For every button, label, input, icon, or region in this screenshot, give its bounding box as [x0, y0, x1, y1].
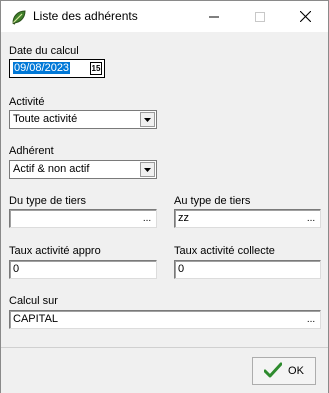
activite-label: Activité	[9, 96, 45, 108]
du-type-tiers-browse-button[interactable]: ...	[140, 210, 154, 227]
activite-select[interactable]: Toute activité	[9, 110, 157, 129]
activite-value: Toute activité	[13, 113, 78, 125]
taux-collecte-label: Taux activité collecte	[174, 245, 275, 257]
date-calcul-value: 09/08/2023	[13, 62, 71, 74]
close-button[interactable]	[282, 1, 328, 32]
date-calcul-label: Date du calcul	[9, 45, 79, 57]
chevron-down-icon[interactable]	[140, 112, 155, 127]
calcul-sur-field[interactable]: CAPITAL ...	[9, 310, 321, 329]
dialog-footer: OK	[1, 348, 328, 393]
au-type-tiers-value: zz	[178, 212, 189, 224]
form-area: Date du calcul 09/08/2023 15 Activité To…	[1, 32, 328, 347]
date-calcul-field[interactable]: 09/08/2023 15	[9, 59, 105, 78]
au-type-tiers-browse-button[interactable]: ...	[304, 210, 318, 227]
calendar-icon[interactable]: 15	[90, 62, 102, 75]
adherent-select[interactable]: Actif & non actif	[9, 160, 157, 179]
dialog-window: Liste des adhérents Date du calcul 09/08…	[0, 0, 329, 393]
du-type-tiers-field[interactable]: ...	[9, 209, 157, 228]
calcul-sur-value: CAPITAL	[13, 313, 59, 325]
leaf-icon	[10, 8, 28, 26]
window-title: Liste des adhérents	[33, 9, 138, 23]
ok-label: OK	[288, 365, 304, 377]
checkmark-icon	[263, 362, 283, 381]
chevron-down-icon[interactable]	[140, 162, 155, 177]
au-type-tiers-label: Au type de tiers	[174, 195, 251, 207]
au-type-tiers-field[interactable]: zz ...	[174, 209, 321, 228]
taux-appro-label: Taux activité appro	[9, 245, 101, 257]
title-bar: Liste des adhérents	[1, 1, 328, 32]
calcul-sur-label: Calcul sur	[9, 295, 58, 307]
maximize-button[interactable]	[237, 1, 283, 32]
taux-appro-value: 0	[13, 263, 20, 275]
taux-appro-field[interactable]: 0	[9, 260, 157, 279]
adherent-label: Adhérent	[9, 145, 54, 157]
taux-collecte-field[interactable]: 0	[174, 260, 321, 279]
adherent-value: Actif & non actif	[13, 163, 90, 175]
ok-button[interactable]: OK	[252, 357, 316, 385]
minimize-button[interactable]	[191, 1, 237, 32]
taux-collecte-value: 0	[178, 263, 185, 275]
calcul-sur-browse-button[interactable]: ...	[304, 311, 318, 328]
du-type-tiers-label: Du type de tiers	[9, 195, 87, 207]
